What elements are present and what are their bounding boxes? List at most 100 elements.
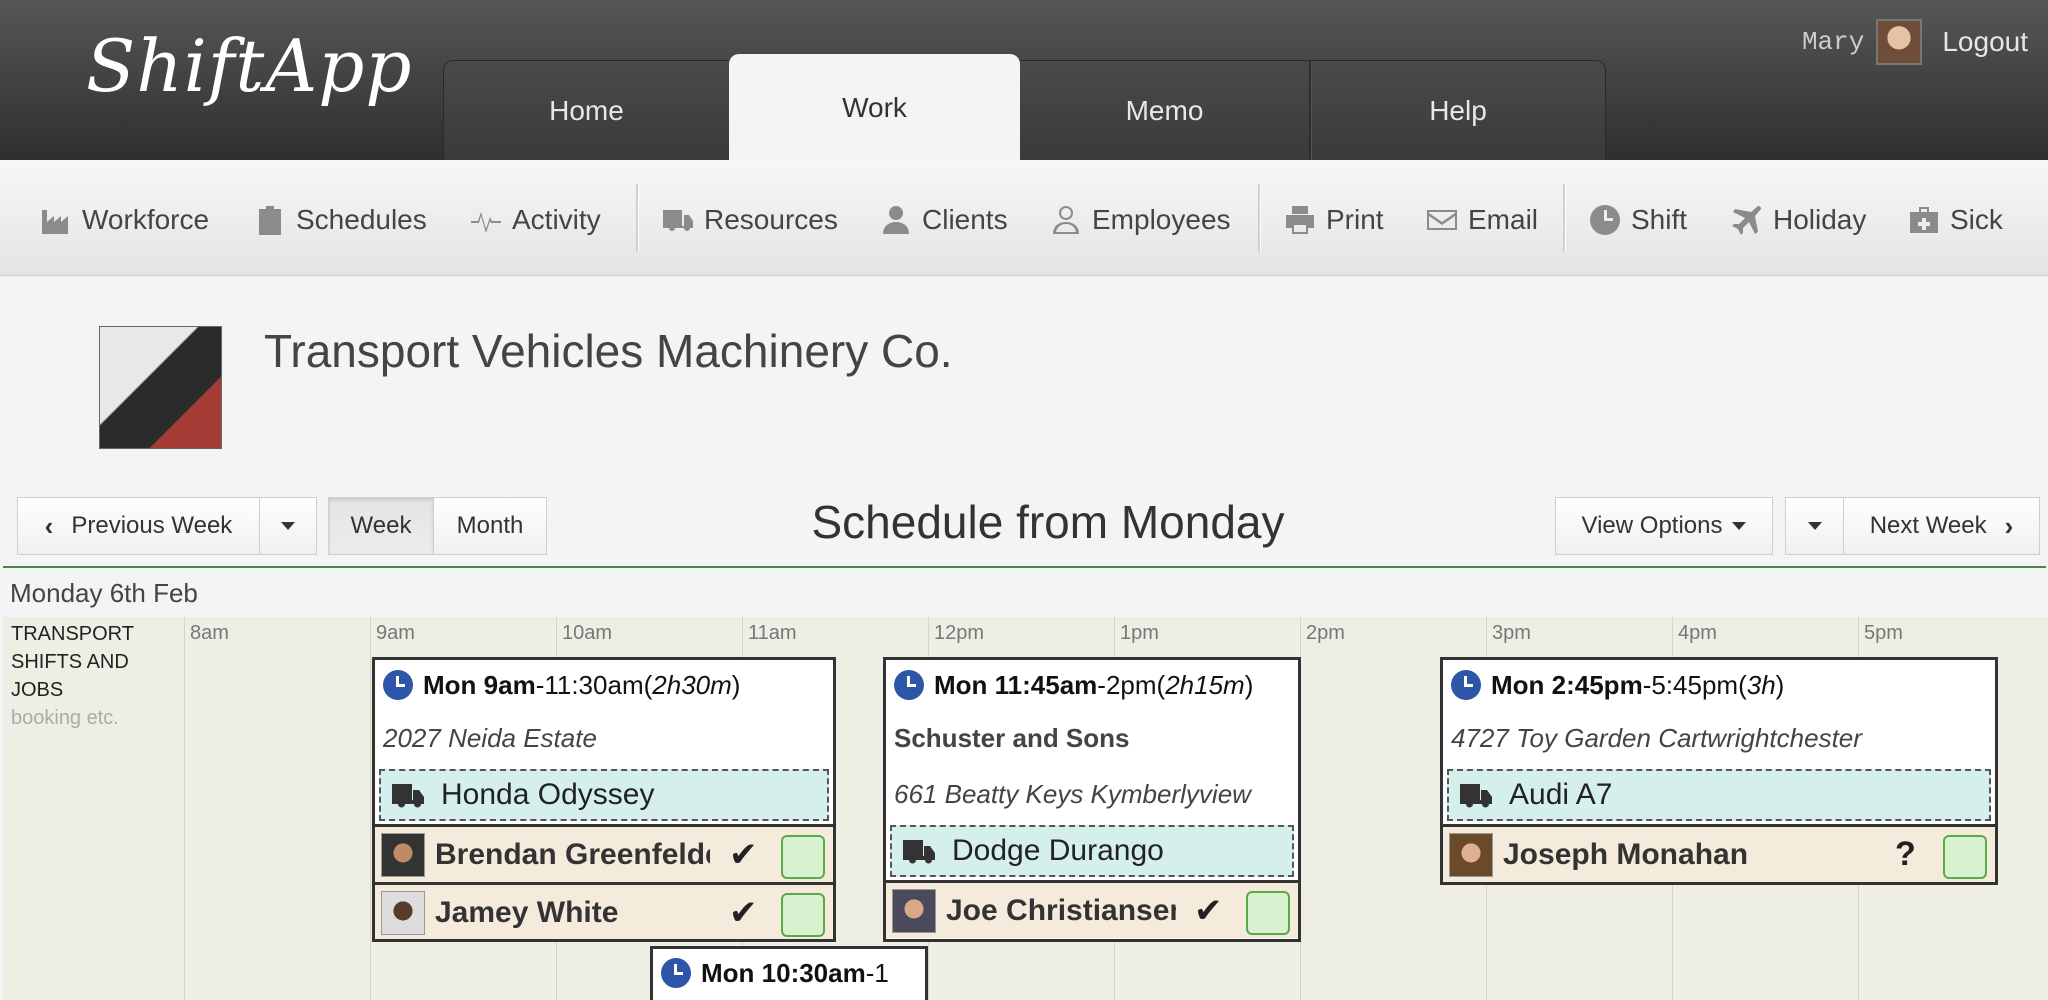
shift-duration-close: ) bbox=[731, 669, 741, 700]
toolbar-sick-label: Sick bbox=[1950, 204, 2003, 235]
person-avatar bbox=[892, 888, 936, 933]
toolbar-clients[interactable]: Clients bbox=[880, 200, 1008, 240]
main-tabs: Home Work Memo Help bbox=[443, 54, 1606, 162]
vehicle-name: Honda Odyssey bbox=[441, 778, 655, 811]
person-name: Brendan Greenfelder bbox=[435, 837, 710, 871]
toolbar-schedules-label: Schedules bbox=[296, 204, 427, 235]
hour-label: 3pm bbox=[1492, 622, 1531, 644]
hour-label: 2pm bbox=[1306, 622, 1345, 644]
previous-week-button[interactable]: ‹ Previous Week bbox=[17, 497, 260, 555]
grid-line bbox=[370, 617, 371, 1000]
view-options-button[interactable]: View Options bbox=[1555, 497, 1773, 555]
tab-help[interactable]: Help bbox=[1311, 61, 1605, 161]
confirmed-check-icon: ✔ bbox=[1194, 892, 1223, 930]
row-label-line: TRANSPORT bbox=[11, 623, 134, 645]
toolbar-schedules[interactable]: Schedules bbox=[254, 200, 427, 240]
shift-duration: 2h15m bbox=[1165, 669, 1245, 700]
status-checkbox[interactable] bbox=[781, 893, 825, 937]
previous-week-dropdown[interactable] bbox=[259, 497, 317, 555]
clock-icon bbox=[1451, 670, 1481, 700]
toolbar-email[interactable]: Email bbox=[1426, 200, 1538, 240]
printer-icon bbox=[1286, 206, 1314, 234]
confirmed-check-icon: ✔ bbox=[729, 894, 758, 932]
assigned-person[interactable]: Joe Christiansen ✔ bbox=[886, 880, 1298, 938]
shift-start: Mon 9am bbox=[423, 669, 536, 700]
tab-work[interactable]: Work bbox=[729, 54, 1020, 162]
truck-icon bbox=[392, 784, 424, 808]
chevron-right-icon: › bbox=[2004, 510, 2014, 541]
day-label: Monday 6th Feb bbox=[10, 578, 198, 608]
assigned-person[interactable]: Jamey White ✔ bbox=[375, 882, 833, 939]
month-view-button[interactable]: Month bbox=[433, 497, 547, 555]
clipboard-icon bbox=[259, 206, 281, 235]
toolbar-activity-label: Activity bbox=[512, 204, 601, 235]
shift-address: 2027 Neida Estate bbox=[383, 722, 597, 753]
clock-icon bbox=[1590, 205, 1620, 235]
toolbar-resources[interactable]: Resources bbox=[662, 200, 838, 240]
user-area: Mary Logout bbox=[1802, 18, 2048, 66]
client-icon bbox=[883, 206, 909, 234]
toolbar-print[interactable]: Print bbox=[1284, 200, 1384, 240]
chevron-left-icon: ‹ bbox=[44, 510, 54, 541]
vehicle-slot[interactable]: Honda Odyssey bbox=[379, 769, 829, 821]
hour-label: 1pm bbox=[1120, 622, 1159, 644]
unconfirmed-question-icon: ? bbox=[1895, 835, 1916, 873]
toolbar-employees[interactable]: Employees bbox=[1050, 200, 1231, 240]
tab-home[interactable]: Home bbox=[444, 61, 731, 161]
person-avatar bbox=[1449, 832, 1493, 877]
shift-card[interactable]: Mon 11:45am -2pm (2h15m) Schuster and Son… bbox=[883, 657, 1301, 942]
person-avatar bbox=[381, 832, 425, 877]
row-label: TRANSPORT SHIFTS AND JOBS booking etc. bbox=[11, 620, 181, 732]
week-view-button[interactable]: Week bbox=[328, 497, 434, 555]
toolbar-clients-label: Clients bbox=[922, 204, 1008, 235]
next-week-button[interactable]: Next Week › bbox=[1843, 497, 2040, 555]
tab-memo[interactable]: Memo bbox=[1020, 61, 1311, 161]
app-logo[interactable]: ShiftApp bbox=[86, 24, 412, 108]
toolbar-activity[interactable]: Activity bbox=[470, 200, 601, 240]
assigned-person[interactable]: Brendan Greenfelder ✔ bbox=[375, 824, 833, 882]
shift-start: Mon 11:45am bbox=[934, 669, 1098, 700]
shift-duration-close: ) bbox=[1775, 669, 1785, 700]
hour-label: 4pm bbox=[1678, 622, 1717, 644]
shift-card[interactable]: Mon 9am -11:30am (2h30m) 2027 Neida Estat… bbox=[372, 657, 836, 942]
vehicle-slot[interactable]: Dodge Durango bbox=[890, 825, 1294, 877]
hour-label: 10am bbox=[562, 622, 613, 644]
employee-icon bbox=[1053, 206, 1079, 234]
shift-end: -11:30am bbox=[535, 669, 644, 700]
toolbar-resources-label: Resources bbox=[704, 204, 838, 235]
next-week-label: Next Week bbox=[1869, 512, 1987, 539]
factory-icon bbox=[42, 210, 68, 234]
toolbar-holiday[interactable]: Holiday bbox=[1731, 200, 1866, 240]
toolbar-sick[interactable]: Sick bbox=[1908, 200, 2003, 240]
shift-card[interactable]: Mon 2:45pm -5:45pm (3h) 4727 Toy Garden C… bbox=[1440, 657, 1998, 885]
toolbar-print-label: Print bbox=[1326, 204, 1384, 235]
next-week-dropdown[interactable] bbox=[1785, 497, 1844, 555]
toolbar-workforce[interactable]: Workforce bbox=[40, 200, 209, 240]
row-label-line: SHIFTS AND bbox=[11, 651, 129, 673]
toolbar-shift[interactable]: Shift bbox=[1589, 200, 1687, 240]
shift-start: Mon 2:45pm bbox=[1491, 669, 1643, 700]
shift-duration: 3h bbox=[1746, 669, 1776, 700]
shift-end: -2pm bbox=[1097, 669, 1157, 700]
shift-card[interactable]: Mon 10:30am -1 bbox=[650, 946, 928, 1000]
envelope-icon bbox=[1427, 210, 1457, 230]
shift-duration-open: ( bbox=[643, 669, 653, 700]
status-checkbox[interactable] bbox=[781, 835, 825, 879]
app-header: ShiftApp Home Work Memo Help Mary Logout bbox=[0, 0, 2048, 162]
vehicle-name: Audi A7 bbox=[1509, 778, 1613, 811]
status-checkbox[interactable] bbox=[1943, 835, 1987, 879]
hour-label: 9am bbox=[376, 622, 415, 644]
medkit-icon bbox=[1910, 207, 1938, 233]
status-checkbox[interactable] bbox=[1246, 891, 1290, 935]
shift-address: 4727 Toy Garden Cartwrightchester bbox=[1451, 722, 1862, 753]
toolbar-divider bbox=[636, 184, 638, 252]
truck-icon bbox=[1460, 784, 1492, 808]
logout-link[interactable]: Logout bbox=[1942, 26, 2028, 58]
company-name: Transport Vehicles Machinery Co. bbox=[264, 325, 953, 377]
assigned-person[interactable]: Joseph Monahan ? bbox=[1443, 824, 1995, 882]
toolbar-divider bbox=[1563, 184, 1565, 252]
user-avatar[interactable] bbox=[1876, 19, 1923, 65]
vehicle-slot[interactable]: Audi A7 bbox=[1447, 769, 1991, 821]
previous-week-label: Previous Week bbox=[71, 512, 233, 539]
truck-icon bbox=[663, 210, 693, 231]
